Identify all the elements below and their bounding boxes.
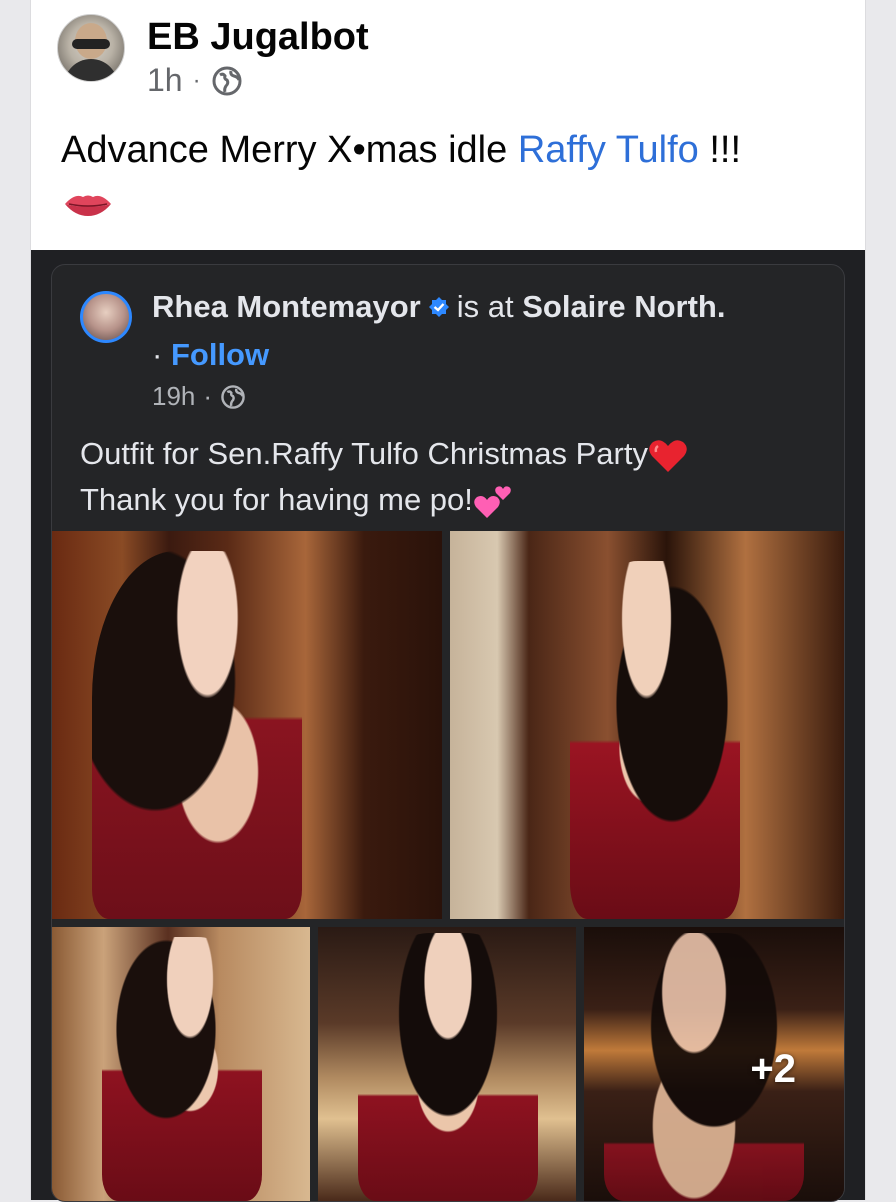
- photo-2[interactable]: [450, 531, 844, 919]
- globe-icon[interactable]: [220, 384, 246, 410]
- shared-meta-separator: ·: [203, 381, 213, 411]
- globe-icon[interactable]: [211, 65, 243, 97]
- follow-button[interactable]: Follow: [171, 337, 269, 372]
- photo-1[interactable]: [52, 531, 442, 919]
- location-name[interactable]: Solaire North.: [522, 289, 725, 324]
- post-text-end: !!!: [698, 129, 741, 171]
- photo-3[interactable]: [52, 927, 310, 1201]
- follow-line: · Follow: [152, 333, 269, 377]
- two-hearts-icon: [474, 486, 511, 518]
- author-info: EB Jugalbot 1h ·: [147, 16, 369, 99]
- shared-post-container: Rhea Montemayor is at Solaire North. · F…: [31, 250, 865, 1202]
- shared-text-line2: Thank you for having me po!: [80, 477, 820, 523]
- mention-link[interactable]: Raffy Tulfo: [518, 129, 699, 171]
- shared-text-line1: Outfit for Sen.Raffy Tulfo Christmas Par…: [80, 431, 820, 477]
- shared-post[interactable]: Rhea Montemayor is at Solaire North. · F…: [51, 264, 845, 1202]
- meta-separator: ·: [192, 66, 201, 94]
- shared-time[interactable]: 19h: [152, 381, 195, 412]
- author-avatar[interactable]: [57, 14, 125, 82]
- shared-post-text: Outfit for Sen.Raffy Tulfo Christmas Par…: [80, 431, 820, 523]
- post-text: Advance Merry X•mas idle Raffy Tulfo !!!: [61, 124, 781, 228]
- shared-author-avatar[interactable]: [80, 291, 132, 343]
- photo-5[interactable]: +2: [584, 927, 844, 1201]
- post-time[interactable]: 1h: [147, 62, 183, 99]
- follow-separator: ·: [152, 337, 163, 372]
- shared-meta: 19h ·: [152, 381, 246, 412]
- more-photos-count[interactable]: +2: [750, 1047, 796, 1092]
- post-card: EB Jugalbot 1h · Advance Merry X•mas idl…: [30, 0, 866, 1202]
- author-name[interactable]: EB Jugalbot: [147, 16, 369, 58]
- location-prefix: is at: [456, 289, 514, 324]
- shared-author-line: Rhea Montemayor is at Solaire North.: [152, 285, 725, 329]
- verified-badge-icon: [428, 296, 449, 317]
- shared-line2-text: Thank you for having me po!: [80, 482, 473, 517]
- post-header: EB Jugalbot 1h ·: [57, 14, 369, 99]
- post-meta: 1h ·: [147, 62, 369, 99]
- photo-4[interactable]: [318, 927, 576, 1201]
- red-heart-icon: [649, 440, 687, 472]
- post-text-start: Advance Merry X•mas idle: [61, 129, 518, 171]
- shared-author-name[interactable]: Rhea Montemayor: [152, 289, 421, 324]
- lips-icon: [65, 195, 111, 216]
- shared-line1-text: Outfit for Sen.Raffy Tulfo Christmas Par…: [80, 436, 648, 471]
